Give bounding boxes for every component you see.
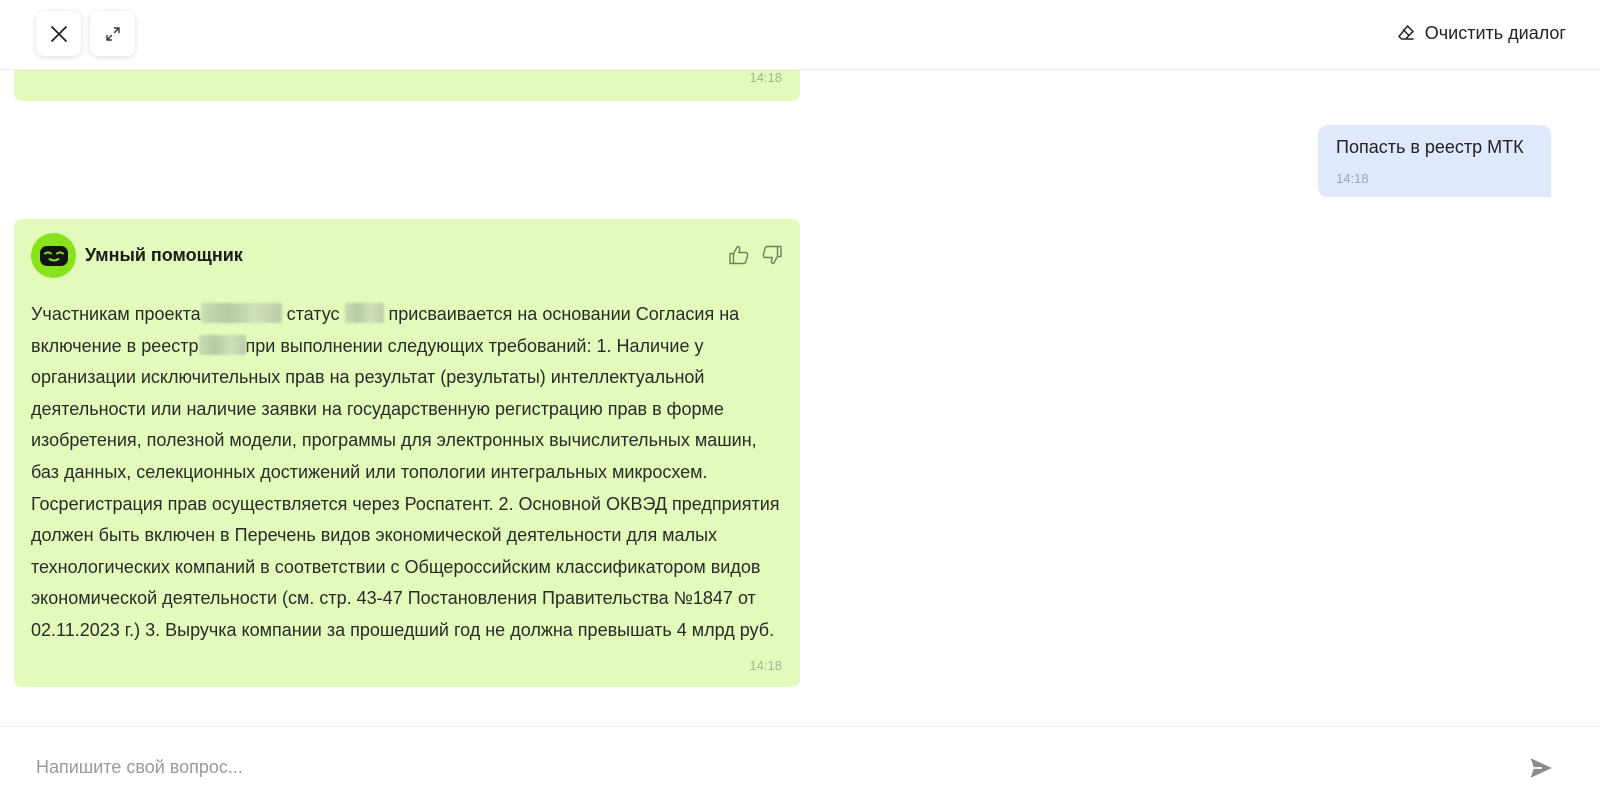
answer-part-2: статус xyxy=(281,304,345,324)
expand-icon xyxy=(105,26,120,41)
redacted-text xyxy=(198,334,246,355)
expand-button[interactable] xyxy=(90,11,135,56)
message-time: 14:18 xyxy=(749,70,782,85)
bot-face-icon xyxy=(39,245,68,266)
bot-name: Умный помощник xyxy=(85,245,243,265)
message-time: 14:18 xyxy=(749,658,782,673)
message-list[interactable]: 14:18 Попасть в реестр МТК 14:18 Умный п… xyxy=(0,70,1600,726)
message-time: 14:18 xyxy=(1336,171,1369,186)
bot-message: Умный помощник Участникам проекта статус… xyxy=(14,219,800,687)
bot-message-previous: 14:18 xyxy=(14,70,800,101)
like-button[interactable] xyxy=(727,243,751,272)
send-button[interactable] xyxy=(1528,755,1554,786)
thumbs-up-icon xyxy=(729,245,749,265)
eraser-icon xyxy=(1398,25,1414,40)
send-icon xyxy=(1530,758,1552,778)
clear-dialog-button[interactable]: Очистить диалог xyxy=(1396,20,1566,46)
bot-avatar xyxy=(31,233,76,278)
user-message: Попасть в реестр МТК 14:18 xyxy=(1318,125,1551,197)
clear-dialog-label: Очистить диалог xyxy=(1424,22,1566,43)
close-button[interactable] xyxy=(36,11,81,56)
answer-part-4: при выполнении следующих требований: 1. … xyxy=(31,335,780,640)
question-input[interactable] xyxy=(36,751,1496,783)
thumbs-down-icon xyxy=(762,245,782,265)
bot-message-text: Участникам проекта статус присваивается … xyxy=(31,299,786,647)
answer-part-1: Участникам проекта xyxy=(31,304,201,324)
dislike-button[interactable] xyxy=(760,243,784,272)
chat-header: Очистить диалог xyxy=(0,0,1600,70)
redacted-text xyxy=(344,303,384,323)
message-composer xyxy=(0,726,1600,807)
user-message-text: Попасть в реестр МТК xyxy=(1336,137,1524,157)
close-icon xyxy=(50,25,67,42)
redacted-text xyxy=(200,303,282,323)
